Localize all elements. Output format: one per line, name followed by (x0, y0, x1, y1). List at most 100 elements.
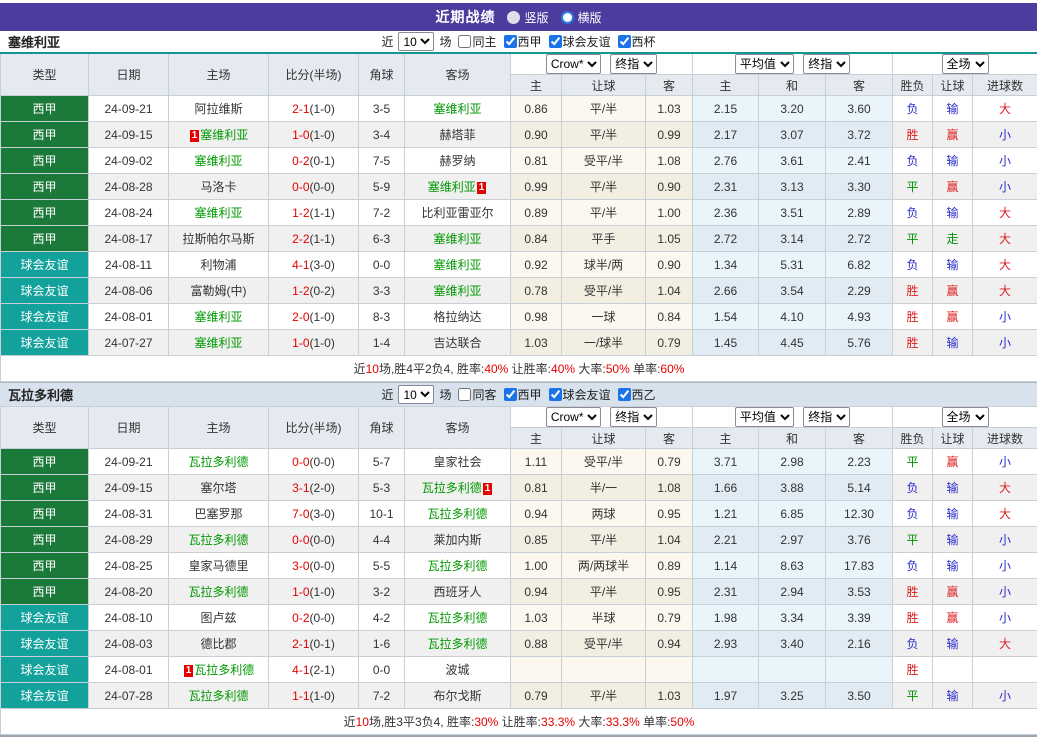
avg-away-odds (826, 657, 893, 683)
cup-checkbox[interactable] (618, 35, 631, 48)
halftime-score: (0-0) (310, 180, 335, 194)
crow-home-odds: 1.11 (511, 449, 562, 475)
avg-away-odds: 2.29 (826, 278, 893, 304)
match-date: 24-08-01 (89, 657, 169, 683)
friendly-checkbox[interactable] (549, 35, 562, 48)
result-goals: 大 (973, 252, 1037, 278)
results-table: 类型 日期 主场 比分(半场) 角球 客场 Crow* 终指 平均值 终指 (0, 52, 1037, 382)
near-count-select[interactable]: 10 (398, 32, 434, 51)
corners-cell: 0-0 (359, 657, 405, 683)
corners-cell: 5-9 (359, 174, 405, 200)
competition-checkbox-segunda[interactable]: 西乙 (613, 386, 656, 403)
team-name-text: 赫罗纳 (439, 154, 475, 168)
final-odds-select-2[interactable]: 终指 (803, 54, 850, 74)
result-outcome: 负 (893, 631, 933, 657)
avg-home-odds: 1.21 (693, 501, 759, 527)
halftime-score: (0-2) (310, 284, 335, 298)
result-goals: 大 (973, 200, 1037, 226)
corners-cell: 4-4 (359, 527, 405, 553)
crow-away-odds: 0.79 (646, 330, 693, 356)
match-date: 24-09-21 (89, 96, 169, 122)
competition-checkbox-laliga[interactable]: 西甲 (499, 386, 542, 403)
avg-home-odds: 2.72 (693, 226, 759, 252)
bookmaker-select[interactable]: Crow* (546, 54, 601, 74)
away-team-cell: 吉达联合 (405, 330, 511, 356)
summary-label: 单率: (630, 362, 661, 376)
col-header-score: 比分(半场) (269, 53, 359, 96)
sub-header-avg-home: 主 (693, 428, 759, 449)
final-odds-select[interactable]: 终指 (610, 54, 657, 74)
bookmaker-dropdown-group: Crow* 终指 (511, 53, 693, 75)
competition-checkbox-cup[interactable]: 西杯 (613, 33, 656, 50)
view-option-vertical-label: 竖版 (524, 9, 548, 26)
average-select[interactable]: 平均值 (735, 407, 794, 427)
average-select[interactable]: 平均值 (735, 54, 794, 74)
radio-checked-icon[interactable] (507, 11, 520, 24)
competition-checkbox-friendly[interactable]: 球会友谊 (544, 33, 611, 50)
recent-results-page: 近期战绩 竖版 横版 塞维利亚 近 10 场 同主 西甲 (0, 3, 1037, 737)
summary-label: 近 (354, 362, 366, 376)
laliga-checkbox[interactable] (504, 35, 517, 48)
sub-header-avg-away: 客 (826, 428, 893, 449)
competition-checkbox-laliga[interactable]: 西甲 (499, 33, 542, 50)
crow-home-odds: 0.86 (511, 96, 562, 122)
competition-checkbox-friendly[interactable]: 球会友谊 (544, 386, 611, 403)
team-name-text: 瓦拉多利德 (422, 481, 482, 495)
final-odds-select[interactable]: 终指 (610, 407, 657, 427)
halftime-score: (2-0) (310, 481, 335, 495)
match-date: 24-09-21 (89, 449, 169, 475)
final-odds-select-2[interactable]: 终指 (803, 407, 850, 427)
crow-away-odds: 1.04 (646, 278, 693, 304)
summary-label: 近 (344, 715, 356, 729)
same-venue-checkbox-label[interactable]: 同客 (453, 386, 496, 403)
team-name-text: 瓦拉多利德 (188, 689, 248, 703)
away-team-cell: 比利亚雷亚尔 (405, 200, 511, 226)
view-option-vertical[interactable]: 竖版 (507, 9, 548, 26)
fulltime-score: 1-1 (292, 689, 309, 703)
team-name-text: 利物浦 (200, 258, 236, 272)
view-option-horizontal[interactable]: 横版 (561, 9, 602, 26)
score-cell: 1-0(1-0) (269, 122, 359, 148)
avg-draw-odds: 3.07 (759, 122, 826, 148)
crow-home-odds: 0.79 (511, 683, 562, 709)
friendly-checkbox[interactable] (549, 388, 562, 401)
avg-away-odds: 5.14 (826, 475, 893, 501)
result-goals: 小 (973, 122, 1037, 148)
handicap-line: 平/半 (562, 200, 646, 226)
match-row: 球会友谊24-08-10图卢兹0-2(0-0)4-2瓦拉多利德1.03半球0.7… (1, 605, 1037, 631)
fulltime-score: 2-2 (292, 232, 309, 246)
near-count-select[interactable]: 10 (398, 385, 434, 404)
result-outcome: 胜 (893, 278, 933, 304)
crow-home-odds (511, 657, 562, 683)
result-goals: 大 (973, 278, 1037, 304)
crow-home-odds: 0.84 (511, 226, 562, 252)
score-cell: 0-2(0-0) (269, 605, 359, 631)
fulltime-score: 0-2 (292, 154, 309, 168)
fulltime-select[interactable]: 全场 (942, 54, 989, 74)
radio-unchecked-icon[interactable] (561, 11, 574, 24)
home-team-cell: 瓦拉多利德 (169, 683, 269, 709)
league-type-badge: 球会友谊 (1, 330, 89, 356)
summary-value: 33.3% (606, 715, 640, 729)
avg-draw-odds: 3.25 (759, 683, 826, 709)
team-name-text: 塞维利亚 (194, 206, 242, 220)
same-venue-checkbox[interactable] (458, 35, 471, 48)
same-venue-checkbox-label[interactable]: 同主 (453, 33, 496, 50)
laliga-checkbox[interactable] (504, 388, 517, 401)
match-row: 西甲24-09-21阿拉维斯2-1(1-0)3-5塞维利亚0.86平/半1.03… (1, 96, 1037, 122)
crow-home-odds: 0.94 (511, 501, 562, 527)
segunda-checkbox[interactable] (618, 388, 631, 401)
same-venue-checkbox[interactable] (458, 388, 471, 401)
result-outcome: 平 (893, 683, 933, 709)
avg-home-odds: 1.97 (693, 683, 759, 709)
handicap-line: 平/半 (562, 683, 646, 709)
red-card-badge: 1 (483, 483, 493, 495)
bookmaker-dropdown-group: Crow* 终指 (511, 407, 693, 428)
sub-header-goals: 进球数 (973, 428, 1037, 449)
handicap-line: 两/两球半 (562, 553, 646, 579)
bookmaker-select[interactable]: Crow* (546, 407, 601, 427)
home-team-cell: 1塞维利亚 (169, 122, 269, 148)
avg-away-odds: 2.16 (826, 631, 893, 657)
avg-home-odds: 1.14 (693, 553, 759, 579)
fulltime-select[interactable]: 全场 (942, 407, 989, 427)
